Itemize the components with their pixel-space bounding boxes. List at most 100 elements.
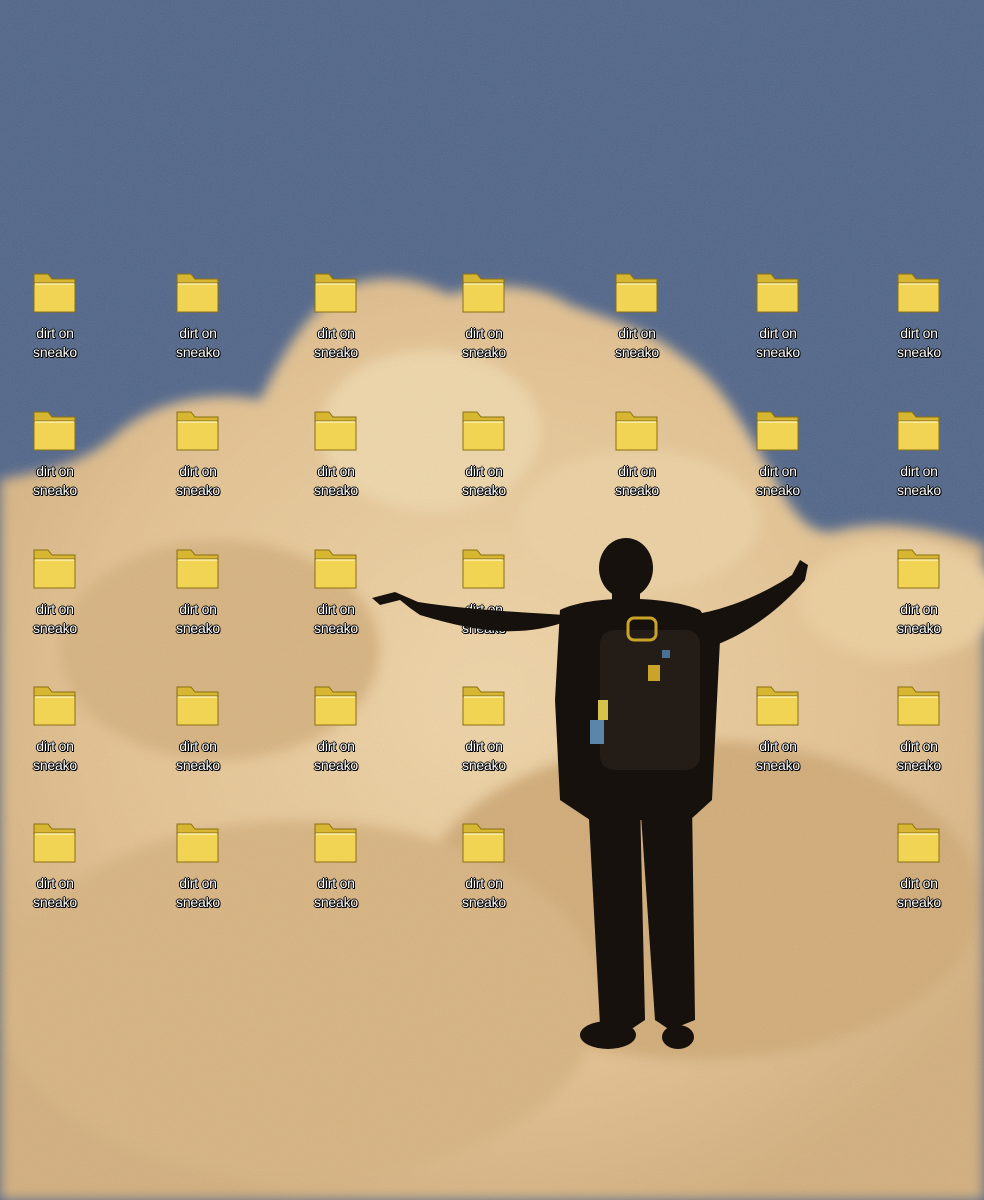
folder-label-line2: sneako [314, 482, 358, 498]
folder-label-line2: sneako [176, 894, 220, 910]
folder-label-line2: sneako [462, 344, 506, 360]
folder-label-line1: dirt on [317, 738, 355, 754]
folder-icon [33, 411, 76, 451]
folder-label-line2: sneako [462, 757, 506, 773]
folder-label-line2: sneako [897, 344, 941, 360]
folder-label-line1: dirt on [179, 463, 217, 479]
folder-label-line2: sneako [176, 344, 220, 360]
desktop-folder-dirt-on-sneako[interactable]: dirt on sneako [281, 544, 391, 654]
folder-label: dirt on sneako [0, 737, 110, 775]
folder-label-line2: sneako [176, 757, 220, 773]
desktop-folder-dirt-on-sneako[interactable]: dirt on sneako [864, 268, 974, 378]
desktop-folder-dirt-on-sneako[interactable]: dirt on sneako [281, 818, 391, 928]
folder-label-line2: sneako [314, 344, 358, 360]
folder-label-line2: sneako [897, 757, 941, 773]
desktop-folder-dirt-on-sneako[interactable]: dirt on sneako [864, 544, 974, 654]
desktop-folder-dirt-on-sneako[interactable]: dirt on sneako [143, 544, 253, 654]
desktop-folder-dirt-on-sneako[interactable]: dirt on sneako [429, 818, 539, 928]
folder-label: dirt on sneako [0, 874, 110, 912]
folder-label-line1: dirt on [465, 463, 503, 479]
desktop-folder-dirt-on-sneako[interactable]: dirt on sneako [429, 406, 539, 516]
desktop-folder-dirt-on-sneako[interactable]: dirt on sneako [429, 681, 539, 791]
folder-label: dirt on sneako [864, 324, 974, 362]
folder-label-line2: sneako [33, 757, 77, 773]
folder-label-line1: dirt on [179, 875, 217, 891]
folder-icon [314, 549, 357, 589]
folder-label-line2: sneako [462, 482, 506, 498]
folder-label: dirt on sneako [281, 462, 391, 500]
folder-label: dirt on sneako [429, 874, 539, 912]
desktop[interactable]: dirt on sneako dirt on sneako dirt on sneako d… [0, 0, 984, 1200]
folder-icon [897, 823, 940, 863]
folder-label-line2: sneako [897, 482, 941, 498]
desktop-folder-dirt-on-sneako[interactable]: dirt on sneako [143, 406, 253, 516]
folder-label-line1: dirt on [465, 601, 503, 617]
folder-label: dirt on sneako [281, 874, 391, 912]
folder-label: dirt on sneako [281, 600, 391, 638]
desktop-folder-dirt-on-sneako[interactable]: dirt on sneako [143, 818, 253, 928]
desktop-folder-dirt-on-sneako[interactable]: dirt on sneako [723, 681, 833, 791]
desktop-folder-dirt-on-sneako[interactable]: dirt on sneako [0, 406, 110, 516]
folder-icon [314, 823, 357, 863]
folder-label: dirt on sneako [143, 462, 253, 500]
desktop-folder-dirt-on-sneako[interactable]: dirt on sneako [429, 544, 539, 654]
folder-label: dirt on sneako [0, 462, 110, 500]
desktop-folder-dirt-on-sneako[interactable]: dirt on sneako [281, 406, 391, 516]
desktop-folder-dirt-on-sneako[interactable]: dirt on sneako [0, 681, 110, 791]
desktop-folder-dirt-on-sneako[interactable]: dirt on sneako [582, 268, 692, 378]
folder-label-line2: sneako [897, 894, 941, 910]
folder-icon [897, 549, 940, 589]
folder-label: dirt on sneako [864, 874, 974, 912]
desktop-folder-dirt-on-sneako[interactable]: dirt on sneako [281, 268, 391, 378]
folder-label-line1: dirt on [618, 463, 656, 479]
folder-icon [314, 686, 357, 726]
folder-label-line1: dirt on [36, 463, 74, 479]
folder-label-line1: dirt on [36, 875, 74, 891]
folder-icon [462, 686, 505, 726]
desktop-folder-dirt-on-sneako[interactable]: dirt on sneako [864, 406, 974, 516]
folder-label-line1: dirt on [36, 325, 74, 341]
folder-label-line2: sneako [314, 757, 358, 773]
desktop-folder-dirt-on-sneako[interactable]: dirt on sneako [281, 681, 391, 791]
folder-label-line1: dirt on [179, 601, 217, 617]
desktop-folder-dirt-on-sneako[interactable]: dirt on sneako [429, 268, 539, 378]
folder-icon [176, 549, 219, 589]
folder-label-line1: dirt on [317, 325, 355, 341]
desktop-folder-dirt-on-sneako[interactable]: dirt on sneako [0, 544, 110, 654]
folder-icon [314, 273, 357, 313]
folder-label: dirt on sneako [0, 324, 110, 362]
folder-icon [33, 549, 76, 589]
folder-label: dirt on sneako [864, 737, 974, 775]
folder-icon [462, 411, 505, 451]
desktop-folder-dirt-on-sneako[interactable]: dirt on sneako [143, 268, 253, 378]
desktop-folder-dirt-on-sneako[interactable]: dirt on sneako [723, 406, 833, 516]
desktop-folder-dirt-on-sneako[interactable]: dirt on sneako [582, 406, 692, 516]
folder-label-line2: sneako [33, 344, 77, 360]
folder-icon [176, 273, 219, 313]
folder-label: dirt on sneako [429, 600, 539, 638]
folder-label-line1: dirt on [900, 325, 938, 341]
desktop-folder-dirt-on-sneako[interactable]: dirt on sneako [0, 268, 110, 378]
folder-label-line1: dirt on [900, 463, 938, 479]
folder-icon [462, 549, 505, 589]
folder-icon [897, 273, 940, 313]
folder-label-line1: dirt on [618, 325, 656, 341]
folder-label: dirt on sneako [723, 462, 833, 500]
folder-label: dirt on sneako [429, 462, 539, 500]
folder-label: dirt on sneako [143, 324, 253, 362]
folder-label: dirt on sneako [143, 600, 253, 638]
folder-label-line1: dirt on [465, 738, 503, 754]
desktop-folder-dirt-on-sneako[interactable]: dirt on sneako [723, 268, 833, 378]
desktop-folder-dirt-on-sneako[interactable]: dirt on sneako [864, 681, 974, 791]
folder-label: dirt on sneako [429, 737, 539, 775]
folder-label-line1: dirt on [317, 601, 355, 617]
folder-label-line2: sneako [756, 757, 800, 773]
folder-label-line1: dirt on [759, 738, 797, 754]
desktop-folder-dirt-on-sneako[interactable]: dirt on sneako [864, 818, 974, 928]
folder-label: dirt on sneako [864, 600, 974, 638]
desktop-folder-dirt-on-sneako[interactable]: dirt on sneako [0, 818, 110, 928]
desktop-folder-dirt-on-sneako[interactable]: dirt on sneako [143, 681, 253, 791]
folder-label-line1: dirt on [317, 463, 355, 479]
folder-label-line1: dirt on [465, 875, 503, 891]
folder-label-line2: sneako [462, 620, 506, 636]
